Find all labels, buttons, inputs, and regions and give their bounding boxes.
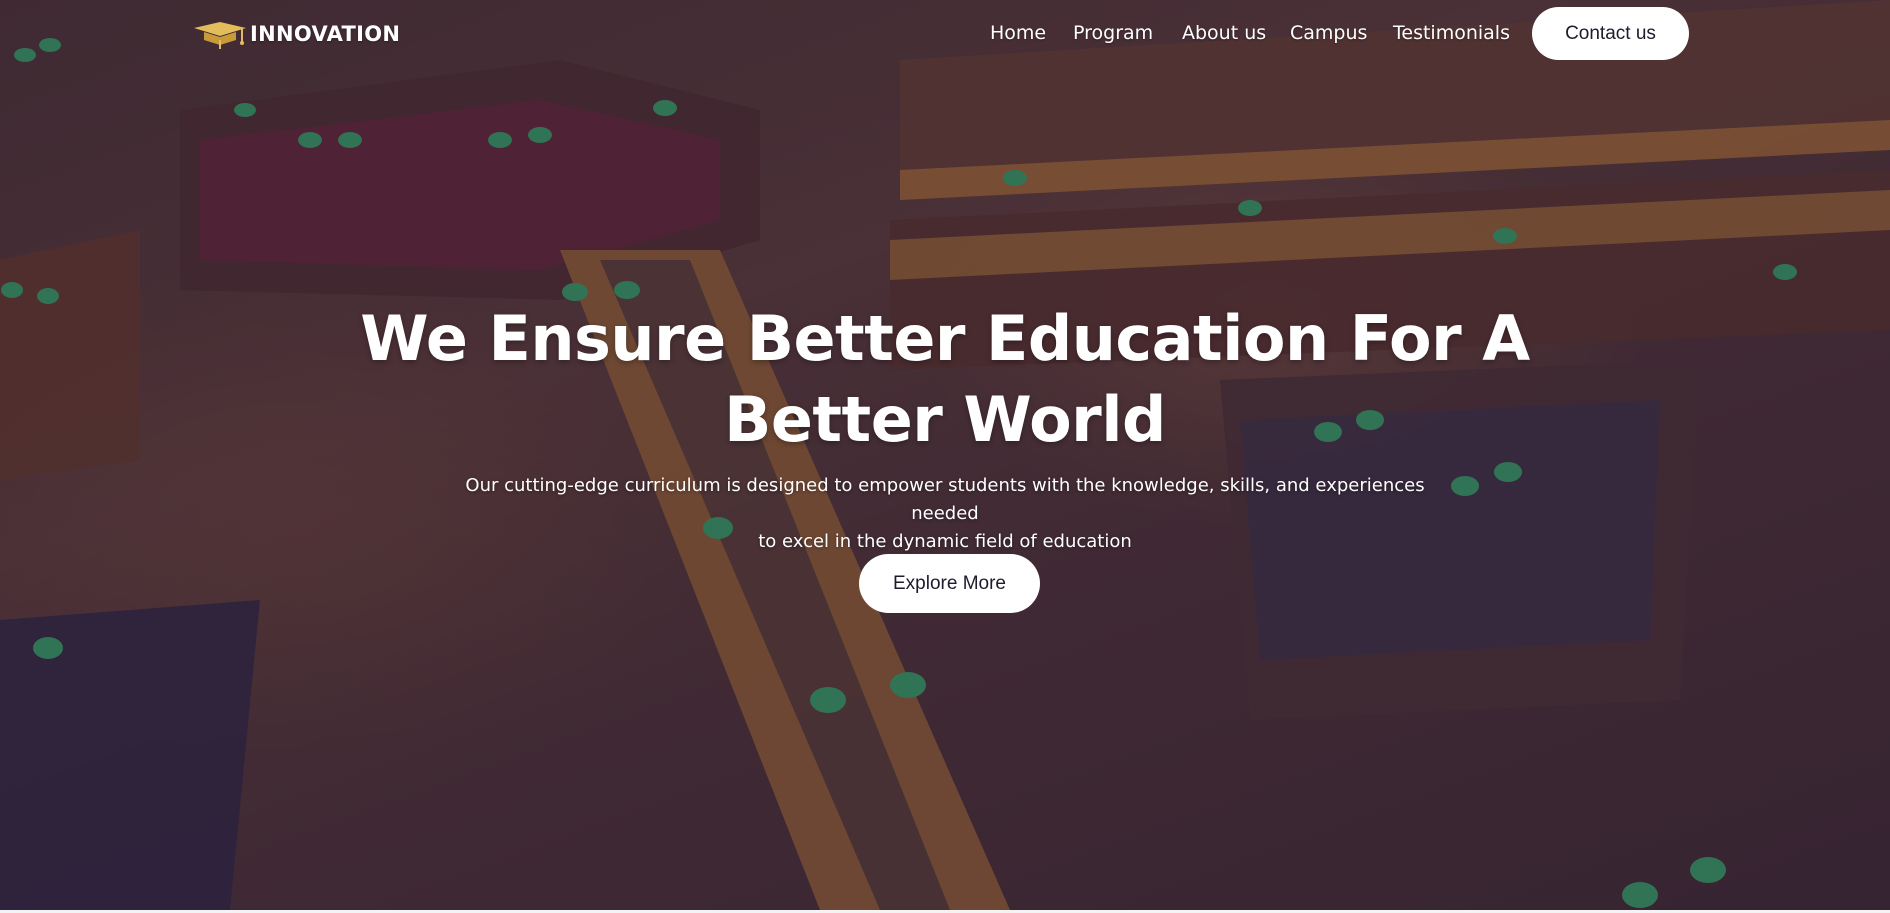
- nav-item-campus[interactable]: Campus: [1290, 22, 1367, 44]
- hero-headline: We Ensure Better Education For A Better …: [345, 298, 1545, 460]
- nav-item-home[interactable]: Home: [990, 22, 1046, 44]
- contact-us-button[interactable]: Contact us: [1532, 7, 1689, 60]
- nav-item-testimonials[interactable]: Testimonials: [1393, 22, 1510, 44]
- hero-subtext-line-2: to excel in the dynamic field of educati…: [758, 531, 1132, 552]
- brand-logo[interactable]: INNOVATION: [192, 18, 400, 50]
- brand-name: INNOVATION: [250, 22, 401, 46]
- nav-item-program[interactable]: Program: [1073, 22, 1153, 44]
- graduation-cap-icon: [194, 22, 246, 49]
- hero-headline-line-2: Better World: [724, 383, 1166, 456]
- nav-item-about-us[interactable]: About us: [1182, 22, 1266, 44]
- top-navigation: INNOVATION Home Program About us Campus …: [0, 0, 1890, 66]
- explore-more-button[interactable]: Explore More: [859, 554, 1040, 613]
- hero-subtext-line-1: Our cutting-edge curriculum is designed …: [465, 475, 1425, 524]
- hero-headline-line-1: We Ensure Better Education For A: [360, 302, 1530, 375]
- hero-subtext: Our cutting-edge curriculum is designed …: [445, 472, 1445, 556]
